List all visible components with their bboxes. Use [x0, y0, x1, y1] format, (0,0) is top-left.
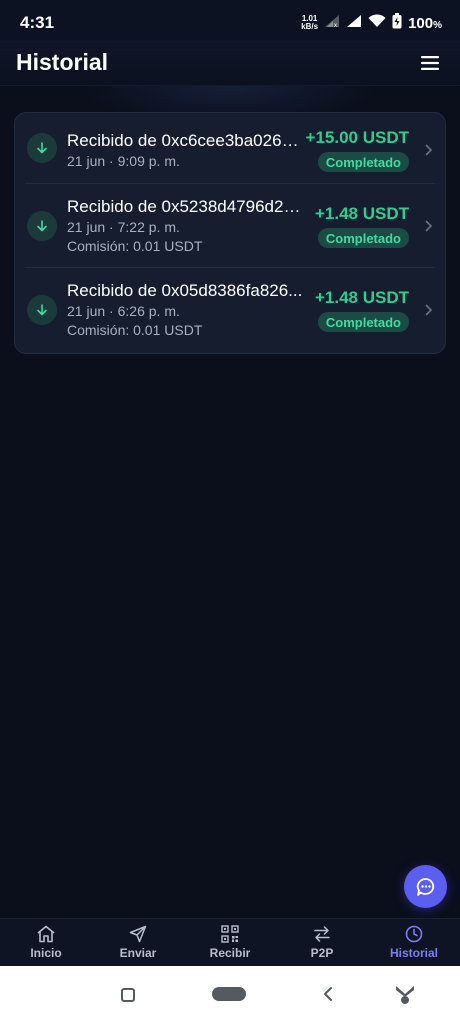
transaction-date: 21 jun [67, 303, 106, 319]
arrow-down-icon [27, 295, 57, 325]
chevron-right-icon [425, 220, 433, 232]
nav-item-historial[interactable]: Historial [368, 919, 460, 966]
transaction-date: 21 jun [67, 153, 106, 169]
nav-label: Historial [389, 946, 438, 960]
send-icon [129, 925, 147, 943]
status-badge: Completado [317, 312, 409, 332]
bottom-navigation: Inicio Enviar Recibir P2P Historial [0, 918, 460, 966]
transaction-time: 7:22 p. m. [117, 219, 180, 235]
support-chat-button[interactable] [404, 865, 447, 908]
arrow-down-icon [27, 211, 57, 241]
qr-code-icon [221, 925, 239, 943]
status-time: 4:31 [20, 13, 55, 32]
home-pill-icon [212, 987, 246, 1001]
transaction-title: Recibido de 0xc6cee3ba026e... [67, 131, 303, 150]
accessibility-icon [396, 986, 414, 1004]
square-icon [121, 988, 135, 1002]
network-speed: 1.01 kB/s [301, 15, 318, 31]
swap-arrows-icon [314, 926, 330, 942]
cell-signal-icon [346, 14, 362, 33]
page-title: Historial [16, 49, 109, 75]
svg-text:x: x [334, 23, 337, 28]
transaction-amount: +1.48 USDT [314, 204, 409, 223]
transaction-time: 9:09 p. m. [117, 153, 180, 169]
chevron-right-icon [425, 304, 433, 316]
assistant-button[interactable] [392, 980, 418, 1006]
transaction-datetime: 21 jun · 9:09 p. m. [67, 153, 180, 169]
home-button[interactable] [210, 986, 248, 1002]
status-badge: Completado [317, 228, 409, 248]
hamburger-menu-icon [421, 55, 439, 70]
status-badge: Completado [317, 152, 409, 172]
transaction-fee: Comisión: 0.01 USDT [67, 322, 203, 338]
battery-value: 100 [408, 14, 434, 32]
home-icon [37, 925, 55, 943]
chevron-right-icon [425, 144, 433, 156]
nav-label: Inicio [30, 946, 62, 960]
battery-percentage: 100% [408, 15, 442, 32]
transaction-item[interactable]: Recibido de 0xc6cee3ba026e... 21 jun · 9… [15, 113, 447, 183]
transaction-item[interactable]: Recibido de 0x5238d4796d20... 21 jun · 7… [15, 184, 447, 268]
back-chevron-icon [324, 987, 332, 1001]
system-navigation-bar [0, 966, 460, 1022]
battery-charging-icon [392, 12, 402, 34]
nav-item-p2p[interactable]: P2P [276, 919, 368, 966]
transaction-date: 21 jun [67, 219, 106, 235]
net-speed-unit: kB/s [301, 22, 319, 31]
transaction-datetime: 21 jun · 6:26 p. m. [67, 303, 180, 319]
mobile-signal-icon: x [324, 14, 340, 33]
nav-label: Recibir [209, 946, 251, 960]
transaction-list: Recibido de 0xc6cee3ba026e... 21 jun · 9… [14, 112, 446, 354]
back-button[interactable] [318, 984, 338, 1004]
nav-item-recibir[interactable]: Recibir [184, 919, 276, 966]
transaction-title: Recibido de 0x5238d4796d20... [67, 197, 303, 216]
clock-icon [405, 925, 423, 943]
transaction-datetime: 21 jun · 7:22 p. m. [67, 219, 180, 235]
transaction-amount: +1.48 USDT [314, 288, 409, 307]
transaction-fee: Comisión: 0.01 USDT [67, 238, 203, 254]
menu-button[interactable] [416, 49, 444, 77]
arrow-down-icon [27, 133, 57, 163]
nav-label: P2P [310, 946, 334, 960]
transaction-amount: +15.00 USDT [305, 128, 409, 147]
transaction-title: Recibido de 0x05d8386fa826... [67, 281, 303, 300]
transaction-time: 6:26 p. m. [117, 303, 180, 319]
nav-item-inicio[interactable]: Inicio [0, 919, 92, 966]
recents-button[interactable] [118, 985, 138, 1005]
app-header: Historial [0, 40, 460, 86]
chat-bubble-icon [416, 877, 434, 896]
nav-label: Enviar [119, 946, 157, 960]
nav-item-enviar[interactable]: Enviar [92, 919, 184, 966]
battery-unit: % [433, 19, 442, 31]
wifi-icon [368, 13, 386, 33]
status-icons: 1.01 kB/s x 100% [301, 12, 442, 34]
transaction-item[interactable]: Recibido de 0x05d8386fa826... 21 jun · 6… [15, 268, 447, 354]
